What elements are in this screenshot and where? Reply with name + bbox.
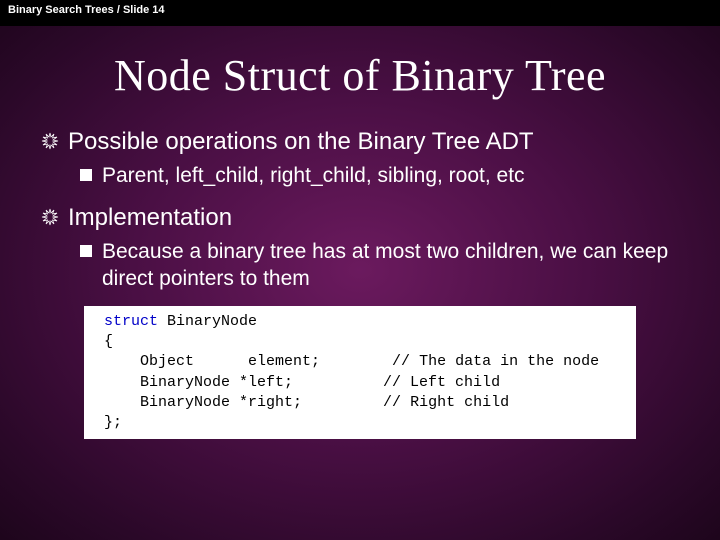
- code-text: Object element;: [104, 353, 320, 370]
- code-text: };: [104, 414, 122, 431]
- slide: Binary Search Trees / Slide 14 Node Stru…: [0, 0, 720, 540]
- slide-header: Binary Search Trees / Slide 14: [0, 0, 720, 26]
- slide-content: Possible operations on the Binary Tree A…: [40, 127, 680, 439]
- sub-bullet-text: Parent, left_child, right_child, sibling…: [102, 163, 525, 189]
- code-comment: // Left child: [293, 374, 500, 391]
- slide-title: Node Struct of Binary Tree: [0, 50, 720, 101]
- code-snippet: struct BinaryNode { Object element; // T…: [84, 306, 636, 440]
- star-icon: [40, 207, 60, 227]
- square-icon: [80, 245, 92, 257]
- code-comment: // The data in the node: [320, 353, 599, 370]
- sub-bullet-item: Parent, left_child, right_child, sibling…: [80, 163, 680, 189]
- code-text: BinaryNode *right;: [104, 394, 302, 411]
- code-text: {: [104, 333, 113, 350]
- sub-bullet-text: Because a binary tree has at most two ch…: [102, 239, 680, 292]
- bullet-text: Implementation: [68, 203, 232, 233]
- code-text: BinaryNode: [158, 313, 257, 330]
- star-icon: [40, 131, 60, 151]
- code-keyword: struct: [104, 313, 158, 330]
- header-text: Binary Search Trees / Slide 14: [8, 4, 165, 16]
- code-comment: // Right child: [302, 394, 509, 411]
- sub-bullet-item: Because a binary tree has at most two ch…: [80, 239, 680, 292]
- square-icon: [80, 169, 92, 181]
- bullet-item: Possible operations on the Binary Tree A…: [40, 127, 680, 157]
- bullet-text: Possible operations on the Binary Tree A…: [68, 127, 534, 157]
- code-text: BinaryNode *left;: [104, 374, 293, 391]
- bullet-item: Implementation: [40, 203, 680, 233]
